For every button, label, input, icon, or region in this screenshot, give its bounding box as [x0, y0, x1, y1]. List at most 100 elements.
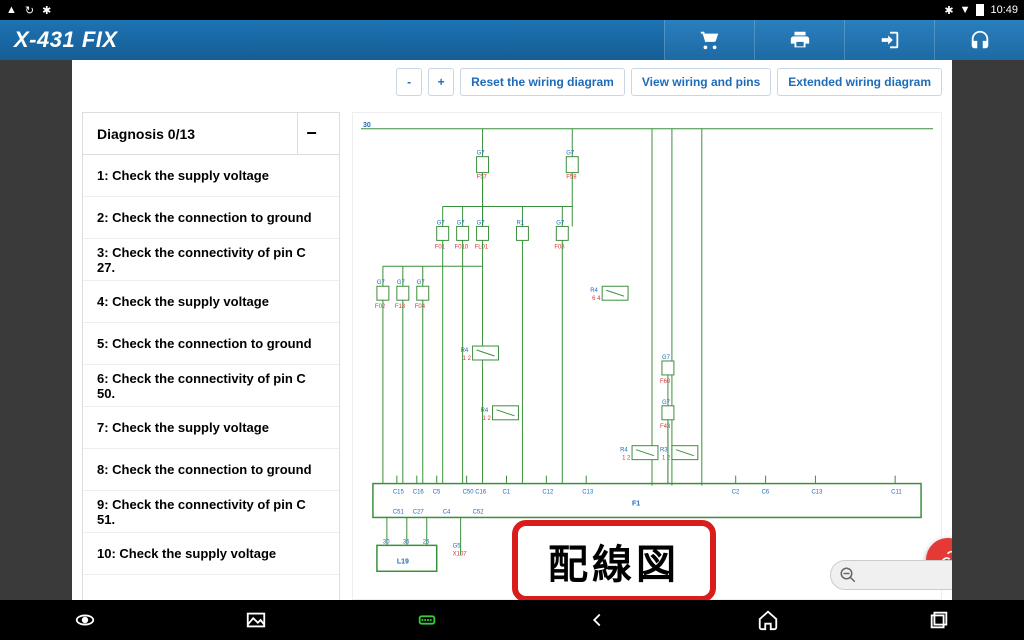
android-status-bar: ▲ ↻ ✱ ✱ ▼ 10:49: [0, 0, 1024, 20]
svg-text:G7: G7: [437, 220, 446, 226]
svg-text:C27: C27: [413, 509, 425, 515]
svg-text:C4: C4: [443, 509, 451, 515]
svg-text:F60: F60: [660, 379, 671, 385]
diagnosis-step[interactable]: 1: Check the supply voltage: [83, 155, 339, 197]
print-button[interactable]: [754, 20, 844, 60]
svg-text:G7: G7: [662, 355, 671, 361]
svg-text:25: 25: [423, 539, 430, 545]
diagnosis-panel-header[interactable]: Diagnosis 0/13 −: [83, 113, 339, 155]
view-wiring-pins-button[interactable]: View wiring and pins: [631, 68, 771, 96]
nav-app-icon[interactable]: [74, 609, 96, 631]
reset-diagram-button[interactable]: Reset the wiring diagram: [460, 68, 625, 96]
diagnosis-panel: Diagnosis 0/13 − 1: Check the supply vol…: [82, 112, 340, 600]
printer-icon: [789, 29, 811, 51]
diagnosis-step-list: 1: Check the supply voltage2: Check the …: [83, 155, 339, 575]
sync-icon: ↻: [25, 4, 34, 17]
svg-text:C12: C12: [542, 490, 554, 496]
nav-gallery-icon[interactable]: [245, 609, 267, 631]
svg-text:G5: G5: [453, 543, 462, 549]
clock: 10:49: [990, 4, 1018, 16]
svg-text:C11: C11: [891, 490, 902, 496]
cart-icon: [699, 29, 721, 51]
svg-text:C50 C16: C50 C16: [463, 490, 487, 496]
document-page: - + Reset the wiring diagram View wiring…: [72, 60, 952, 600]
extended-diagram-button[interactable]: Extended wiring diagram: [777, 68, 942, 96]
fuse-f58: G7F58: [566, 151, 578, 227]
svg-text:1 2: 1 2: [662, 456, 671, 462]
svg-text:C13: C13: [582, 490, 594, 496]
diagnosis-step[interactable]: 6: Check the connectivity of pin C 50.: [83, 365, 339, 407]
nav-recent-icon[interactable]: [928, 609, 950, 631]
cart-button[interactable]: [664, 20, 754, 60]
collapse-icon[interactable]: −: [297, 113, 325, 154]
svg-text:C13: C13: [811, 490, 823, 496]
svg-text:C1: C1: [502, 490, 510, 496]
svg-text:R4: R4: [620, 448, 628, 454]
nav-obd-icon[interactable]: [416, 609, 438, 631]
svg-text:F08: F08: [554, 244, 565, 250]
diagnosis-step[interactable]: 7: Check the supply voltage: [83, 407, 339, 449]
svg-text:C16: C16: [413, 490, 425, 496]
workspace: - + Reset the wiring diagram View wiring…: [0, 60, 1024, 600]
svg-text:R1: R1: [516, 220, 524, 226]
diagnosis-step[interactable]: 10: Check the supply voltage: [83, 533, 339, 575]
svg-text:36: 36: [403, 539, 410, 545]
zoom-in-button[interactable]: +: [428, 68, 454, 96]
svg-text:1 2: 1 2: [483, 416, 492, 422]
svg-text:R4: R4: [590, 288, 598, 294]
nav-back-icon[interactable]: [586, 609, 608, 631]
bluetooth-icon: ✱: [944, 4, 953, 17]
svg-text:G7: G7: [477, 220, 486, 226]
svg-text:G7: G7: [477, 151, 486, 157]
zoom-out-icon[interactable]: [839, 566, 857, 584]
rail-label: 30: [363, 122, 371, 129]
svg-text:F01: F01: [435, 244, 446, 250]
svg-text:6 4: 6 4: [592, 296, 601, 302]
svg-text:L19: L19: [397, 558, 409, 565]
zoom-bar[interactable]: [830, 560, 952, 590]
app-title: X-431 FIX: [14, 27, 118, 53]
svg-text:G7: G7: [556, 220, 565, 226]
svg-text:G7: G7: [397, 280, 406, 286]
svg-text:R4: R4: [461, 348, 469, 354]
diagnosis-step[interactable]: 2: Check the connection to ground: [83, 197, 339, 239]
exit-button[interactable]: [844, 20, 934, 60]
diagram-toolbar: - + Reset the wiring diagram View wiring…: [396, 68, 942, 96]
svg-text:C2: C2: [732, 490, 740, 496]
svg-text:X107: X107: [453, 551, 468, 557]
svg-text:F02: F02: [375, 304, 386, 310]
svg-text:C6: C6: [762, 490, 770, 496]
svg-text:F43: F43: [660, 424, 671, 430]
svg-text:G7: G7: [662, 400, 671, 406]
svg-text:G7: G7: [457, 220, 466, 226]
svg-text:1 2: 1 2: [463, 356, 472, 362]
support-button[interactable]: [934, 20, 1024, 60]
svg-text:G7: G7: [377, 280, 386, 286]
diagnosis-step[interactable]: 9: Check the connectivity of pin C 51.: [83, 491, 339, 533]
svg-text:G7: G7: [566, 151, 575, 157]
nav-home-icon[interactable]: [757, 609, 779, 631]
diagnosis-step[interactable]: 8: Check the connection to ground: [83, 449, 339, 491]
svg-text:R3: R3: [660, 448, 668, 454]
diagnosis-step[interactable]: 4: Check the supply voltage: [83, 281, 339, 323]
svg-text:C5: C5: [433, 490, 441, 496]
battery-icon: [976, 4, 984, 16]
svg-text:F010: F010: [455, 244, 469, 250]
app-titlebar: X-431 FIX: [0, 20, 1024, 60]
android-nav-bar: [0, 600, 1024, 640]
svg-text:F04: F04: [415, 304, 426, 310]
svg-text:FL01: FL01: [475, 244, 489, 250]
diagnosis-title: Diagnosis 0/13: [97, 126, 195, 142]
svg-text:R4: R4: [481, 408, 489, 414]
svg-text:30: 30: [383, 539, 390, 545]
diagnosis-step[interactable]: 5: Check the connection to ground: [83, 323, 339, 365]
svg-text:F13: F13: [395, 304, 406, 310]
svg-text:G7: G7: [417, 280, 426, 286]
wifi-icon: ▼: [960, 4, 971, 16]
diagnosis-step[interactable]: 3: Check the connectivity of pin C 27.: [83, 239, 339, 281]
zoom-out-button[interactable]: -: [396, 68, 422, 96]
svg-text:C52: C52: [473, 509, 485, 515]
settings-mini-icon: ✱: [42, 4, 51, 17]
headset-icon: [969, 29, 991, 51]
image-icon: ▲: [6, 4, 17, 17]
